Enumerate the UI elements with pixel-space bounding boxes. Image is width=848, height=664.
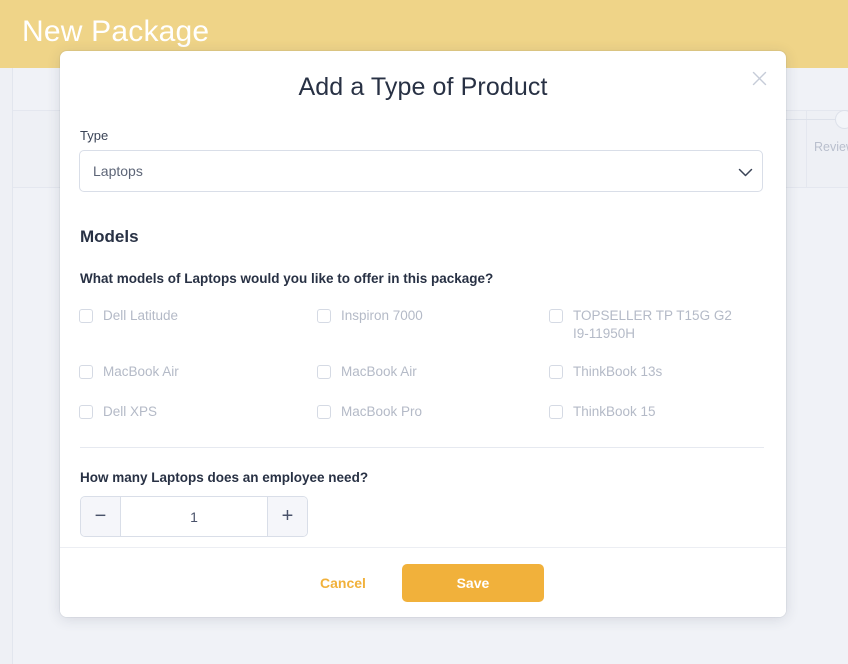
model-option-label: Dell XPS (103, 403, 157, 421)
save-button[interactable]: Save (402, 564, 544, 602)
model-option-label: MacBook Air (341, 363, 417, 381)
model-option[interactable]: ThinkBook 15 (549, 403, 767, 423)
quantity-value[interactable]: 1 (121, 497, 267, 536)
checkbox-icon[interactable] (549, 405, 563, 419)
close-icon[interactable] (746, 65, 772, 91)
model-option[interactable]: TOPSELLER TP T15G G2 I9-11950H (549, 307, 767, 343)
model-option-label: Inspiron 7000 (341, 307, 423, 325)
model-option[interactable]: Dell Latitude (79, 307, 317, 343)
section-divider (80, 447, 764, 448)
checkbox-icon[interactable] (79, 309, 93, 323)
checkbox-icon[interactable] (317, 309, 331, 323)
models-heading: Models (80, 227, 767, 247)
model-option[interactable]: MacBook Air (317, 363, 549, 383)
models-question: What models of Laptops would you like to… (80, 271, 767, 286)
model-option[interactable]: ThinkBook 13s (549, 363, 767, 383)
model-option-label: MacBook Pro (341, 403, 422, 421)
dialog-body: Type Laptops Models What models of Lapto… (60, 122, 786, 547)
checkbox-icon[interactable] (79, 365, 93, 379)
model-option-label: Dell Latitude (103, 307, 178, 325)
checkbox-icon[interactable] (79, 405, 93, 419)
type-select[interactable]: Laptops (79, 150, 763, 192)
dialog-footer: Cancel Save (60, 547, 786, 617)
model-option-label: TOPSELLER TP T15G G2 I9-11950H (573, 307, 743, 343)
quantity-stepper: − 1 + (80, 496, 308, 537)
model-option-label: MacBook Air (103, 363, 179, 381)
model-option[interactable]: MacBook Pro (317, 403, 549, 423)
cancel-button[interactable]: Cancel (302, 565, 384, 601)
add-product-type-dialog: Add a Type of Product Type Laptops Model… (60, 51, 786, 617)
model-option-label: ThinkBook 15 (573, 403, 656, 421)
checkbox-icon[interactable] (317, 365, 331, 379)
checkbox-icon[interactable] (549, 365, 563, 379)
model-option[interactable]: MacBook Air (79, 363, 317, 383)
model-option-label: ThinkBook 13s (573, 363, 662, 381)
model-option[interactable]: Dell XPS (79, 403, 317, 423)
modal-backdrop: Add a Type of Product Type Laptops Model… (0, 0, 848, 664)
type-field-label: Type (80, 128, 767, 143)
plus-icon[interactable]: + (267, 497, 307, 536)
checkbox-icon[interactable] (549, 309, 563, 323)
models-checkbox-grid: Dell Latitude Inspiron 7000 TOPSELLER TP… (79, 307, 767, 423)
minus-icon[interactable]: − (81, 497, 121, 536)
dialog-title: Add a Type of Product (60, 70, 786, 104)
model-option[interactable]: Inspiron 7000 (317, 307, 549, 343)
type-select-value: Laptops (93, 163, 143, 179)
quantity-question: How many Laptops does an employee need? (80, 470, 767, 485)
checkbox-icon[interactable] (317, 405, 331, 419)
type-select-wrapper: Laptops (79, 150, 767, 192)
